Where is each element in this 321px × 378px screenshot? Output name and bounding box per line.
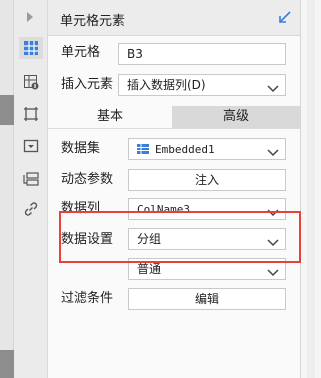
group-mode-value: 普通	[137, 262, 162, 276]
tab-advanced[interactable]: 高级	[172, 106, 300, 128]
chevron-down-icon	[267, 144, 279, 159]
dataset-select[interactable]: Embedded1	[128, 138, 286, 160]
widget-icon[interactable]	[19, 103, 43, 125]
highlight-box	[59, 211, 301, 263]
panel-title: 单元格元素	[60, 14, 126, 29]
filter-label: 过滤条件	[61, 291, 114, 306]
insert-element-select[interactable]: 插入数据列(D)	[118, 74, 286, 96]
dynamic-param-button[interactable]: 注入	[128, 169, 286, 191]
form-control-icon[interactable]	[19, 135, 43, 157]
left-dark-band	[0, 350, 14, 378]
dataset-icon	[137, 140, 149, 154]
cell-input[interactable]: B3	[118, 43, 286, 65]
cell-element-panel: 单元格元素 单元格 B3 插入元素 插入数据列(D) 基本 高级 数据集 Emb…	[48, 0, 300, 378]
divider	[48, 128, 300, 129]
hyperlink-icon[interactable]	[19, 198, 43, 220]
right-background	[300, 0, 321, 378]
dataset-value: Embedded1	[155, 143, 215, 156]
left-dark-band	[0, 95, 14, 125]
expand-diagonal-icon[interactable]	[278, 10, 292, 27]
expand-arrow-icon[interactable]	[27, 12, 33, 22]
side-toolbar	[14, 0, 48, 378]
tab-bar: 基本 高级	[48, 106, 300, 128]
filter-edit-button[interactable]: 编辑	[128, 288, 286, 310]
panel-header: 单元格元素	[48, 0, 300, 36]
insert-element-label: 插入元素	[61, 77, 114, 92]
cell-attribute-icon[interactable]	[19, 71, 43, 93]
cell-element-icon[interactable]	[19, 37, 43, 59]
dataset-label: 数据集	[61, 141, 101, 156]
left-background	[0, 0, 14, 378]
dynamic-param-label: 动态参数	[61, 172, 114, 187]
chevron-down-icon	[267, 264, 279, 279]
cell-label: 单元格	[61, 45, 101, 60]
layout-icon[interactable]	[19, 168, 43, 190]
insert-element-value: 插入数据列(D)	[127, 78, 206, 92]
scrollbar-track[interactable]	[307, 0, 315, 378]
chevron-down-icon	[267, 80, 279, 95]
tab-basic[interactable]: 基本	[48, 106, 172, 128]
